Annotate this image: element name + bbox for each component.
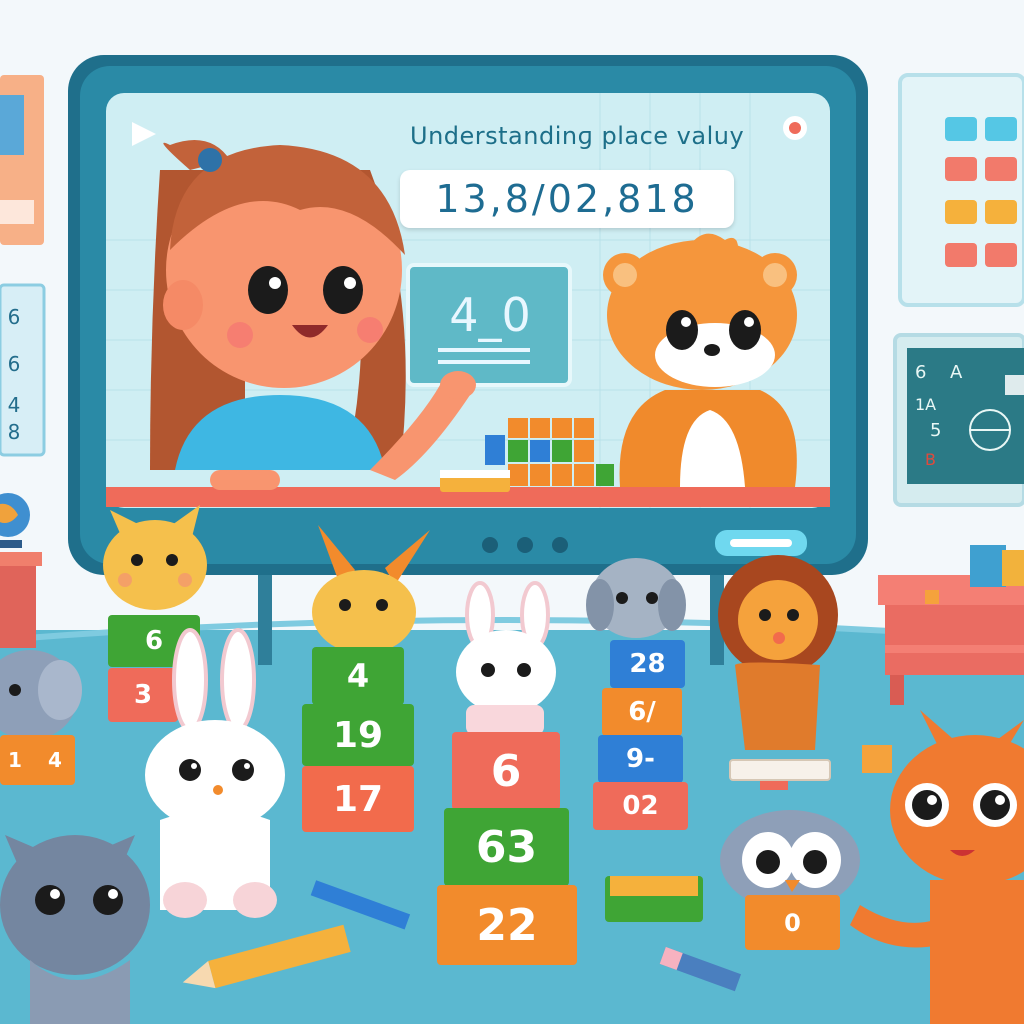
block-far-left-1: 1 <box>8 748 22 772</box>
block-center-left-1: 4 <box>346 657 370 695</box>
chart-value-2: 6 <box>7 352 21 376</box>
block-center-2: 63 <box>475 821 538 873</box>
board-scribble-4: 5 <box>930 420 942 441</box>
number-display: 13,8/02,818 <box>400 170 734 228</box>
board-scribble-2: A <box>950 362 963 383</box>
block-center-left-3: 17 <box>332 778 384 820</box>
board-value: 4_0 <box>449 288 531 342</box>
number-display-value: 13,8/02,818 <box>435 177 699 221</box>
lesson-title: Understandinɡ place valuy <box>410 122 745 150</box>
block-left-bottom: 3 <box>133 680 153 710</box>
block-owl: 0 <box>784 908 801 937</box>
board-scribble-3: 1A <box>915 395 937 414</box>
block-right-3: 9- <box>626 744 655 774</box>
block-center-left-2: 19 <box>332 714 384 756</box>
block-left-top: 6 <box>144 626 164 656</box>
block-right-4: 02 <box>622 791 659 821</box>
board-scribble-1: 6 <box>915 362 927 383</box>
chart-value-3: 4 <box>7 393 21 417</box>
chart-value-4: 8 <box>7 420 21 444</box>
classroom-scene: Understandinɡ place valuy 13,8/02,818 4_… <box>0 0 1024 1024</box>
block-far-left-2: 4 <box>48 748 62 772</box>
block-right-2: 6/ <box>628 697 656 727</box>
block-center-3: 22 <box>476 899 538 951</box>
block-center-1: 6 <box>490 745 522 797</box>
block-right-1: 28 <box>629 649 666 679</box>
board-scribble-5: B <box>925 450 936 469</box>
chart-value-1: 6 <box>7 305 21 329</box>
